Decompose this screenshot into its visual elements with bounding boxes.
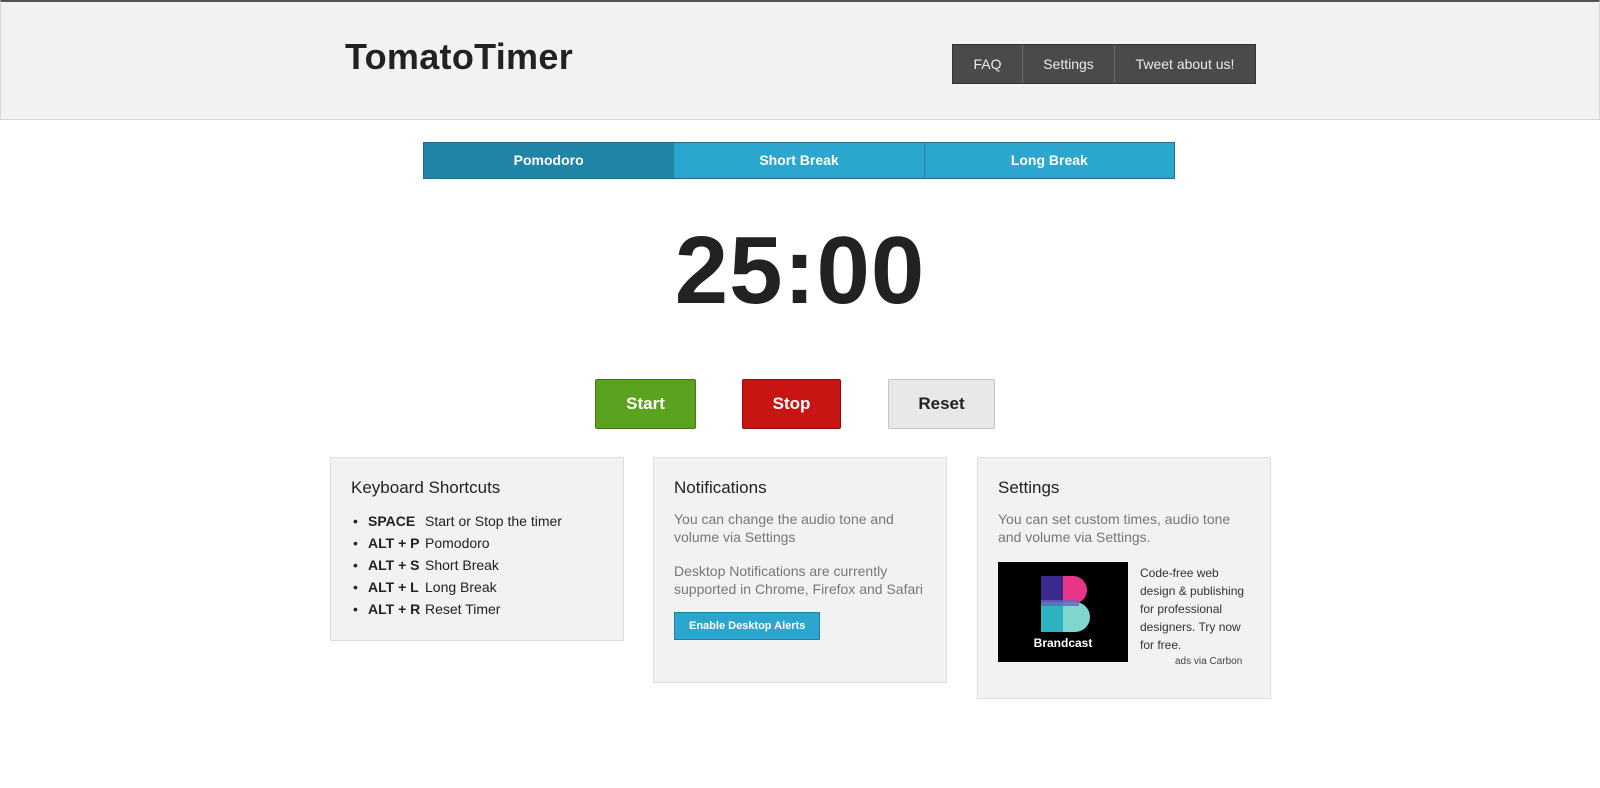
reset-button[interactable]: Reset [888,379,995,429]
list-item: ALT + RReset Timer [351,598,603,620]
settings-panel: Settings You can set custom times, audio… [977,457,1271,699]
settings-text: You can set custom times, audio tone and… [998,511,1231,545]
ad-image[interactable]: Brandcast [998,562,1128,662]
notifications-text: You can change the audio tone and volume… [674,511,894,545]
list-item: SPACE Start or Stop the timer [351,510,603,532]
ad-text[interactable]: Code-free web design & publishing for pr… [1140,564,1250,654]
shortcut-action: Long Break [425,579,497,595]
shortcut-action: Start or Stop the timer [425,513,562,529]
tab-pomodoro[interactable]: Pomodoro [424,143,675,178]
list-item: ALT + P Pomodoro [351,532,603,554]
notifications-panel: Notifications You can change the audio t… [653,457,947,683]
shortcut-list: SPACE Start or Stop the timer ALT + P Pomo… [351,510,603,620]
carbon-ad[interactable]: Brandcast Code-free web design & publish… [998,562,1250,672]
shortcut-action: Short Break [425,557,499,573]
panel-title: Settings [998,478,1060,497]
stop-button[interactable]: Stop [742,379,841,429]
tab-short-break[interactable]: Short Break [674,143,925,178]
shortcut-key: ALT + R [368,601,421,617]
ad-brand-name: Brandcast [1033,636,1093,650]
shortcut-key: ALT + L [368,579,419,595]
site-logo[interactable]: TomatoTimer [345,36,573,78]
top-bar: TomatoTimer FAQ Settings Tweet about us! [0,0,1600,120]
nav-settings[interactable]: Settings [1023,45,1115,83]
shortcut-action: Pomodoro [425,535,490,551]
top-nav: FAQ Settings Tweet about us! [952,44,1256,84]
list-item: ALT + S Short Break [351,554,603,576]
timer-display: 25:00 [674,217,926,324]
shortcut-key: ALT + S [368,557,420,573]
shortcut-key: SPACE [368,513,416,529]
nav-tweet[interactable]: Tweet about us! [1115,45,1255,83]
start-button[interactable]: Start [595,379,696,429]
keyboard-shortcuts-panel: Keyboard Shortcuts SPACE Start or Stop th… [330,457,624,641]
mode-tabs: Pomodoro Short Break Long Break [423,142,1175,179]
nav-faq[interactable]: FAQ [953,45,1023,83]
panel-title: Keyboard Shortcuts [351,478,501,497]
list-item: ALT + L Long Break [351,576,603,598]
shortcut-action: Reset Timer [425,601,501,617]
enable-desktop-alerts-button[interactable]: Enable Desktop Alerts [674,612,821,640]
ad-via-link[interactable]: ads via Carbon [1175,656,1242,667]
panel-title: Notifications [674,478,767,497]
shortcut-key: ALT + P [368,535,420,551]
notifications-support-text: Desktop Notifications are currently supp… [674,563,924,597]
tab-long-break[interactable]: Long Break [924,143,1174,178]
brandcast-logo-icon [1041,576,1090,632]
